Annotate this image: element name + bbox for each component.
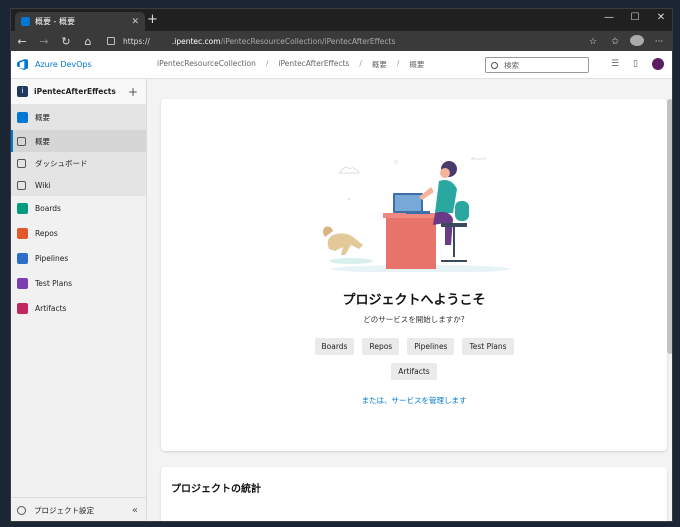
address-bar: ← → ↻ ⌂ https:// .ipentec.com /iPentecRe… bbox=[11, 31, 672, 51]
profile-icon[interactable] bbox=[630, 35, 644, 49]
repos-icon bbox=[17, 228, 28, 239]
brand-logo[interactable]: Azure DevOps bbox=[17, 59, 152, 70]
project-sidebar: i iPentecAfterEffects + 概要 概要 ダッシュボード Wi… bbox=[11, 79, 147, 521]
devops-header: Azure DevOps iPentecResourceCollection /… bbox=[11, 51, 672, 79]
header-actions: ☰ ▯ bbox=[611, 58, 664, 70]
project-icon: i bbox=[17, 86, 28, 97]
overview-icon bbox=[17, 112, 28, 123]
project-name: iPentecAfterEffects bbox=[34, 87, 116, 96]
refresh-icon[interactable]: ↻ bbox=[55, 35, 77, 48]
tab-close-icon[interactable]: ✕ bbox=[131, 17, 139, 27]
boards-icon bbox=[17, 203, 28, 214]
boards-button[interactable]: Boards bbox=[314, 338, 355, 355]
sidebar-item-boards[interactable]: Boards bbox=[11, 196, 146, 221]
sidebar-item-label: ダッシュボード bbox=[35, 158, 88, 168]
project-stats-card: プロジェクトの統計 bbox=[161, 467, 667, 521]
url-path: /iPentecResourceCollection/iPentecAfterE… bbox=[220, 36, 396, 46]
sidebar-item-test-plans[interactable]: Test Plans bbox=[11, 271, 146, 296]
search-icon bbox=[491, 61, 498, 69]
sidebar-item-label: Pipelines bbox=[35, 254, 69, 263]
browser-tab[interactable]: 概要 - 概要 ✕ bbox=[15, 12, 145, 31]
add-icon[interactable]: + bbox=[128, 85, 138, 99]
brand-name: Azure DevOps bbox=[35, 60, 92, 69]
sidebar-item-dashboard[interactable]: ダッシュボード bbox=[11, 152, 146, 174]
url-protocol: https:// bbox=[123, 36, 150, 46]
more-icon[interactable]: ··· bbox=[652, 37, 666, 47]
avatar[interactable] bbox=[652, 58, 664, 70]
breadcrumb: iPentecResourceCollection / iPentecAfter… bbox=[157, 59, 424, 70]
lock-icon bbox=[107, 37, 115, 45]
breadcrumb-project[interactable]: iPentecAfterEffects bbox=[278, 59, 349, 70]
project-header[interactable]: i iPentecAfterEffects + bbox=[11, 79, 146, 105]
sidebar-item-pipelines[interactable]: Pipelines bbox=[11, 246, 146, 271]
pipelines-icon bbox=[17, 253, 28, 264]
sidebar-item-label: Artifacts bbox=[35, 304, 67, 313]
gear-icon bbox=[17, 506, 26, 515]
breadcrumb-organization[interactable]: iPentecResourceCollection bbox=[157, 59, 256, 70]
service-buttons: Boards Repos Pipelines Test Plans bbox=[161, 338, 667, 355]
project-settings-label: プロジェクト設定 bbox=[34, 506, 94, 515]
sidebar-item-label: Boards bbox=[35, 204, 61, 213]
breadcrumb-separator: / bbox=[396, 59, 400, 68]
breadcrumb-section[interactable]: 概要 bbox=[372, 59, 387, 70]
browser-window: 概要 - 概要 ✕ + — ☐ ✕ ← → ↻ ⌂ https:// .ipen… bbox=[10, 8, 673, 522]
summary-icon bbox=[17, 136, 26, 146]
artifacts-button[interactable]: Artifacts bbox=[391, 363, 437, 380]
sidebar-item-label: 概要 bbox=[35, 113, 50, 122]
test-plans-icon bbox=[17, 278, 28, 289]
new-tab-button[interactable]: + bbox=[147, 13, 158, 26]
dashboard-icon bbox=[17, 158, 26, 168]
welcome-illustration bbox=[323, 157, 511, 272]
sidebar-item-artifacts[interactable]: Artifacts bbox=[11, 296, 146, 321]
test-plans-button[interactable]: Test Plans bbox=[462, 338, 514, 355]
main-content: プロジェクトへようこそ どのサービスを開始しますか? Boards Repos … bbox=[147, 79, 672, 521]
service-buttons-row2: Artifacts bbox=[161, 363, 667, 380]
sidebar-item-wiki[interactable]: Wiki bbox=[11, 174, 146, 196]
stats-title: プロジェクトの統計 bbox=[171, 484, 261, 495]
sidebar-item-overview[interactable]: 概要 bbox=[11, 105, 146, 130]
wiki-icon bbox=[17, 180, 26, 190]
sidebar-item-label: Repos bbox=[35, 229, 58, 238]
browser-toolbar: ☆ ✩ ··· bbox=[586, 35, 666, 49]
azure-devops-logo-icon bbox=[17, 59, 28, 70]
manage-services-link[interactable]: または、サービスを管理します bbox=[161, 395, 667, 406]
scrollbar[interactable] bbox=[667, 99, 672, 354]
tab-bar: 概要 - 概要 ✕ + — ☐ ✕ bbox=[11, 9, 672, 31]
home-icon[interactable]: ⌂ bbox=[77, 35, 99, 48]
search-placeholder: 検索 bbox=[504, 60, 519, 70]
artifacts-icon bbox=[17, 303, 28, 314]
breadcrumb-separator: / bbox=[265, 59, 269, 68]
sidebar-item-repos[interactable]: Repos bbox=[11, 221, 146, 246]
search-input[interactable]: 検索 bbox=[485, 57, 589, 73]
tab-title: 概要 - 概要 bbox=[35, 17, 75, 26]
sidebar-item-label: Wiki bbox=[35, 180, 51, 190]
favorite-icon[interactable]: ☆ bbox=[586, 37, 600, 47]
pipelines-button[interactable]: Pipelines bbox=[407, 338, 455, 355]
sidebar-item-label: Test Plans bbox=[35, 279, 73, 288]
breadcrumb-page[interactable]: 概要 bbox=[409, 59, 424, 70]
marketplace-icon[interactable]: ▯ bbox=[633, 59, 638, 69]
collapse-sidebar-icon[interactable]: « bbox=[132, 505, 138, 516]
work-items-icon[interactable]: ☰ bbox=[611, 59, 619, 69]
welcome-card: プロジェクトへようこそ どのサービスを開始しますか? Boards Repos … bbox=[161, 99, 667, 451]
azure-devops-favicon-icon bbox=[21, 17, 30, 26]
breadcrumb-separator: / bbox=[359, 59, 362, 68]
sidebar-item-label: 概要 bbox=[35, 136, 50, 146]
minimize-button[interactable]: — bbox=[599, 12, 619, 23]
welcome-subtitle: どのサービスを開始しますか? bbox=[363, 315, 465, 324]
back-icon[interactable]: ← bbox=[11, 35, 33, 48]
welcome-title: プロジェクトへようこそ bbox=[342, 293, 486, 308]
close-window-button[interactable]: ✕ bbox=[651, 12, 671, 23]
sidebar-item-summary[interactable]: 概要 bbox=[11, 130, 146, 152]
forward-icon[interactable]: → bbox=[33, 35, 55, 48]
project-settings[interactable]: プロジェクト設定 « bbox=[11, 497, 146, 521]
maximize-button[interactable]: ☐ bbox=[625, 12, 645, 23]
repos-button[interactable]: Repos bbox=[362, 338, 400, 355]
url-field[interactable]: https:// .ipentec.com /iPentecResourceCo… bbox=[107, 34, 527, 48]
collections-icon[interactable]: ✩ bbox=[608, 37, 622, 47]
url-host: .ipentec.com bbox=[171, 36, 221, 46]
